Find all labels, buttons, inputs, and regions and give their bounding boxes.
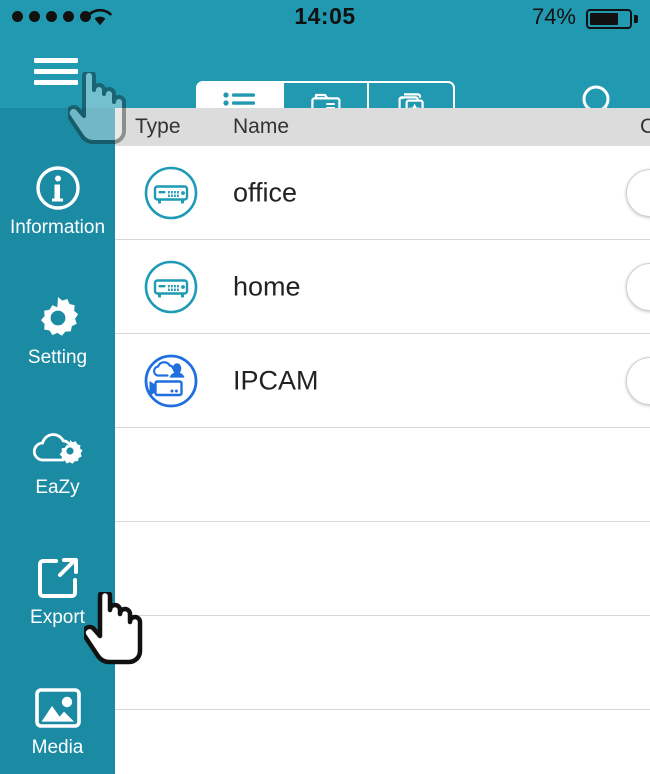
sidebar-item-eazy[interactable]: EaZy xyxy=(0,423,115,499)
device-name: IPCAM xyxy=(233,365,319,395)
column-header-name: Name xyxy=(233,115,290,138)
app-screen: 14:05 74% Type Name C office home IPCAM … xyxy=(0,0,650,774)
table-row[interactable]: office xyxy=(115,146,650,240)
device-name: home xyxy=(233,271,301,301)
table-row xyxy=(115,710,650,774)
info-circle-icon xyxy=(0,163,115,213)
column-header-connect: C xyxy=(640,115,650,138)
sidebar-label-eazy: EaZy xyxy=(35,477,80,498)
battery-nub xyxy=(634,15,638,23)
sidebar-item-export[interactable]: Export xyxy=(0,553,115,629)
gear-icon xyxy=(0,293,115,343)
hamburger-menu-icon[interactable] xyxy=(34,58,78,86)
device-list-header: Type Name C xyxy=(115,108,650,146)
sidebar-item-setting[interactable]: Setting xyxy=(0,293,115,369)
sidebar-drawer: Information Setting EaZy Export Media xyxy=(0,108,115,774)
dvr-device-icon xyxy=(143,165,199,221)
table-row[interactable]: home xyxy=(115,240,650,334)
table-row xyxy=(115,522,650,616)
table-row xyxy=(115,428,650,522)
connect-toggle[interactable] xyxy=(626,168,650,217)
sidebar-item-information[interactable]: Information xyxy=(0,163,115,239)
sidebar-item-media[interactable]: Media xyxy=(0,683,115,759)
device-list-rows: office home IPCAM xyxy=(115,146,650,774)
sidebar-label-information: Information xyxy=(9,217,106,238)
nav-bar xyxy=(0,36,650,134)
column-header-type: Type xyxy=(135,115,181,138)
table-row[interactable]: IPCAM xyxy=(115,334,650,428)
export-arrow-icon xyxy=(0,553,115,603)
device-name: office xyxy=(233,177,298,207)
sidebar-label-setting: Setting xyxy=(27,347,88,368)
connect-toggle[interactable] xyxy=(626,356,650,405)
table-row xyxy=(115,616,650,710)
image-icon xyxy=(0,683,115,733)
status-bar: 14:05 74% xyxy=(0,0,650,36)
battery-percent-label: 74% xyxy=(531,4,576,29)
sidebar-label-media: Media xyxy=(31,737,84,758)
cloud-gear-icon xyxy=(0,423,115,473)
dvr-device-icon xyxy=(143,259,199,315)
ipcam-cloud-icon xyxy=(143,353,199,409)
sidebar-label-export: Export xyxy=(30,607,85,628)
connect-toggle[interactable] xyxy=(626,262,650,311)
battery-icon xyxy=(586,9,632,29)
